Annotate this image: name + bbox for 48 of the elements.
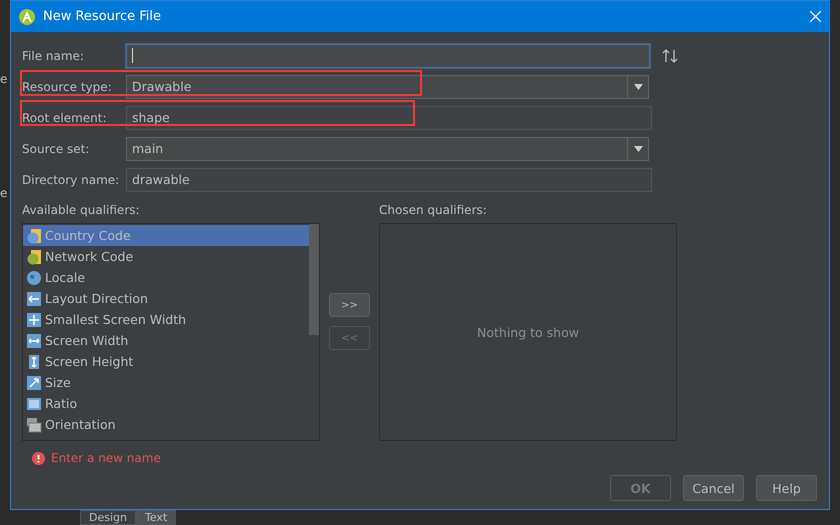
list-label: Chosen qualifiers: xyxy=(379,203,488,219)
list-item[interactable]: Locale xyxy=(23,267,309,288)
list-item[interactable]: Ratio xyxy=(23,393,309,414)
dropdown-field[interactable]: Drawable xyxy=(126,74,649,98)
list-item[interactable]: Size xyxy=(23,372,309,393)
editor-tab[interactable]: Text xyxy=(136,510,176,525)
window-title: New Resource File xyxy=(43,9,162,24)
globe-icon xyxy=(26,270,42,286)
dropdown-arrow-icon xyxy=(634,84,642,90)
sim-card-globe-icon xyxy=(26,228,42,244)
dialog-button[interactable]: Cancel xyxy=(683,475,744,501)
field-label: Directory name: xyxy=(22,172,120,186)
android-logo-icon xyxy=(19,8,35,24)
dialog-button[interactable]: Help xyxy=(756,475,817,501)
dropdown-field[interactable]: main xyxy=(126,136,649,160)
list-item[interactable]: Layout Direction xyxy=(23,288,309,309)
diagonal-arrow-icon xyxy=(26,374,42,390)
transfer-button[interactable]: >> xyxy=(329,293,370,317)
list-item[interactable]: Screen Height xyxy=(23,351,309,372)
list-item[interactable]: Smallest Screen Width xyxy=(23,309,309,330)
field-label: Root element: xyxy=(22,110,108,124)
sort-arrows-icon[interactable] xyxy=(662,48,678,62)
list-item[interactable]: Orientation xyxy=(23,414,309,435)
file-name-field[interactable] xyxy=(126,44,650,68)
text-field[interactable]: drawable xyxy=(126,168,652,192)
empty-message: Nothing to show xyxy=(477,324,579,340)
background-text: e xyxy=(0,186,8,200)
ratio-icon xyxy=(26,396,42,412)
list-label: Available qualifiers: xyxy=(22,203,141,219)
editor-tab[interactable]: Design xyxy=(80,510,136,525)
scrollbar-thumb[interactable] xyxy=(309,224,319,335)
list-item[interactable]: Country Code xyxy=(23,225,309,246)
cross-arrows-icon xyxy=(26,312,42,328)
sim-card-antenna-icon xyxy=(26,248,42,264)
horizontal-arrows-icon xyxy=(26,332,42,348)
error-message: Enter a new name xyxy=(51,451,161,465)
close-icon[interactable] xyxy=(810,11,821,22)
list-item[interactable]: Screen Width xyxy=(23,330,309,351)
field-label: File name: xyxy=(22,48,85,62)
field-label: Resource type: xyxy=(22,80,113,94)
list-item[interactable]: Network Code xyxy=(23,246,309,267)
screens-icon xyxy=(26,416,42,432)
field-label: Source set: xyxy=(22,142,90,156)
text-field[interactable]: shape xyxy=(126,106,652,130)
vertical-arrows-icon xyxy=(26,354,42,370)
dropdown-arrow-icon xyxy=(634,146,642,152)
error-icon xyxy=(32,452,45,464)
background-text: e xyxy=(0,72,8,86)
